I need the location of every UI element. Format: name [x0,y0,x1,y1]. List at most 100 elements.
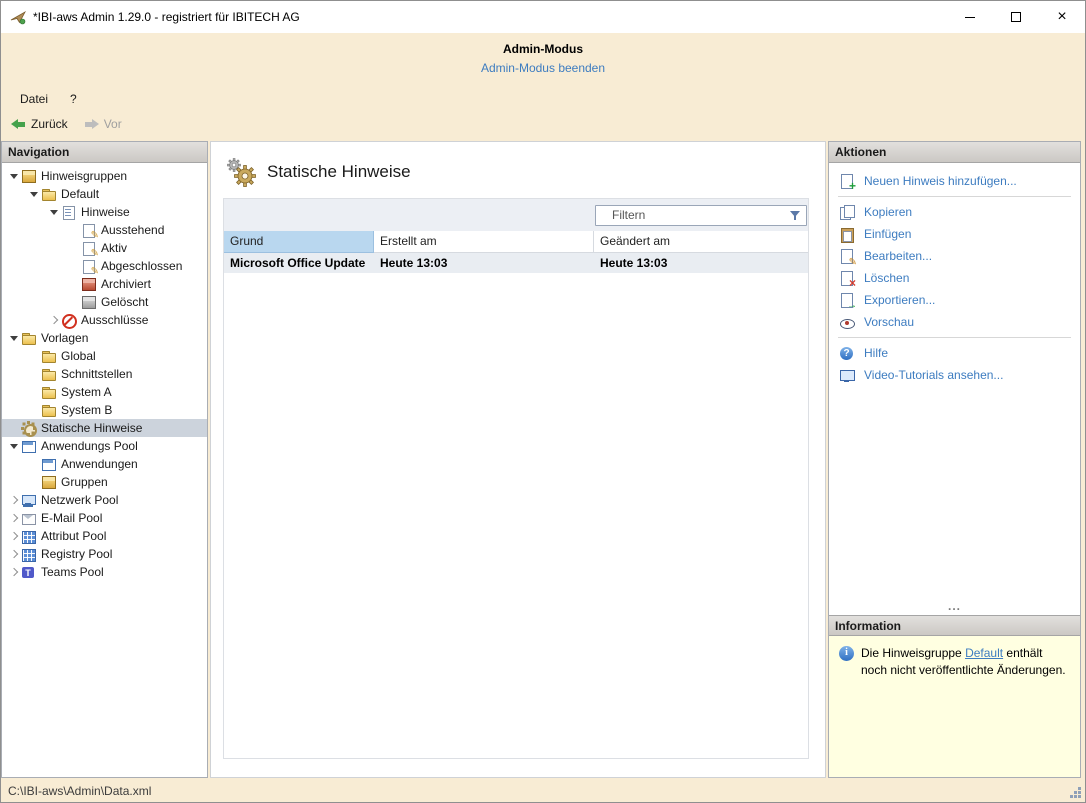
admin-mode-exit-link[interactable]: Admin-Modus beenden [481,61,605,75]
tree-item-aktiv[interactable]: Aktiv [2,239,207,257]
tree-item-system-b[interactable]: System B [2,401,207,419]
folder-icon [21,331,36,346]
expander-expanded-icon[interactable] [8,440,21,452]
tree-item-registry-pool[interactable]: Registry Pool [2,545,207,563]
action-bearbeiten[interactable]: Bearbeiten... [829,245,1080,267]
close-button[interactable]: × [1039,1,1085,33]
tree-item-label: Ausschlüsse [81,313,148,327]
forward-button[interactable]: Vor [84,117,122,131]
mail-icon [21,511,36,526]
column-header-geaendert-am[interactable]: Geändert am [594,231,808,253]
expander-expanded-icon[interactable] [8,170,21,182]
filter-input[interactable] [596,208,788,222]
tree-item-abgeschlossen[interactable]: Abgeschlossen [2,257,207,275]
maximize-icon [1011,12,1021,22]
pencil-doc-icon [81,241,96,256]
tree-item-hinweisgruppen[interactable]: Hinweisgruppen [2,167,207,185]
information-text: Die Hinweisgruppe Default enthält noch n… [861,645,1070,679]
tree-item-global[interactable]: Global [2,347,207,365]
action-exportieren[interactable]: Exportieren... [829,289,1080,311]
folder-icon [41,385,56,400]
expander-collapsed-icon[interactable] [8,566,21,578]
expander-placeholder [28,458,41,470]
admin-mode-banner: Admin-Modus Admin-Modus beenden [1,33,1085,87]
tree-item-statische-hinweise[interactable]: Statische Hinweise [2,419,207,437]
action-vorschau[interactable]: Vorschau [829,311,1080,333]
tree-item-label: Registry Pool [41,547,112,561]
window-title: *IBI-aws Admin 1.29.0 - registriert für … [33,10,947,24]
toolbar: Zurück Vor [1,111,1085,137]
expander-collapsed-icon[interactable] [8,548,21,560]
action-l-schen[interactable]: Löschen [829,267,1080,289]
expander-collapsed-icon[interactable] [8,512,21,524]
tree-item-e-mail-pool[interactable]: E-Mail Pool [2,509,207,527]
cell-erstellt-am: Heute 13:03 [374,253,594,273]
maximize-button[interactable] [993,1,1039,33]
preview-icon [839,315,854,330]
tree-item-hinweise[interactable]: Hinweise [2,203,207,221]
hints-list: Grund Erstellt am Geändert am Microsoft … [223,198,809,759]
column-header-grund[interactable]: Grund [224,231,374,253]
information-note: Die Hinweisgruppe Default enthält noch n… [829,636,1080,777]
column-header-erstellt-am[interactable]: Erstellt am [374,231,594,253]
table-row[interactable]: Microsoft Office Update Heute 13:03 Heut… [224,253,808,273]
tree-item-anwendungs-pool[interactable]: Anwendungs Pool [2,437,207,455]
tree-item-attribut-pool[interactable]: Attribut Pool [2,527,207,545]
tree-item-anwendungen[interactable]: Anwendungen [2,455,207,473]
expander-collapsed-icon[interactable] [48,314,61,326]
tree-item-label: Ausstehend [101,223,164,237]
tree-item-gel-scht[interactable]: Gelöscht [2,293,207,311]
expander-placeholder [68,242,81,254]
teams-icon [21,565,36,580]
tree-item-label: Anwendungs Pool [41,439,138,453]
action-einf-gen[interactable]: Einfügen [829,223,1080,245]
action-label: Einfügen [864,227,911,241]
tree-item-teams-pool[interactable]: Teams Pool [2,563,207,581]
tree-item-ausschl-sse[interactable]: Ausschlüsse [2,311,207,329]
minimize-icon [965,17,975,18]
actions-list: Neuen Hinweis hinzufügen... Kopieren Einfü… [829,163,1080,386]
expander-expanded-icon[interactable] [48,206,61,218]
window-controls: × [947,1,1085,33]
expander-collapsed-icon[interactable] [8,494,21,506]
tree-item-system-a[interactable]: System A [2,383,207,401]
action-label: Hilfe [864,346,888,360]
action-label: Löschen [864,271,909,285]
tree-item-schnittstellen[interactable]: Schnittstellen [2,365,207,383]
gear-icon [21,421,36,436]
expander-collapsed-icon[interactable] [8,530,21,542]
tree-item-gruppen[interactable]: Gruppen [2,473,207,491]
information-header: Information [829,615,1080,636]
tree-item-label: System A [61,385,112,399]
tree-item-label: Hinweise [81,205,130,219]
tree-item-netzwerk-pool[interactable]: Netzwerk Pool [2,491,207,509]
action-neuen-hinweis-hinzuf-gen[interactable]: Neuen Hinweis hinzufügen... [829,170,1080,192]
tree-item-archiviert[interactable]: Archiviert [2,275,207,293]
tree-item-vorlagen[interactable]: Vorlagen [2,329,207,347]
tree-item-default[interactable]: Default [2,185,207,203]
actions-overflow[interactable]: ... [829,601,1080,615]
back-arrow-icon [11,119,26,130]
resize-grip[interactable] [1078,795,1081,798]
expander-expanded-icon[interactable] [8,332,21,344]
default-group-link[interactable]: Default [965,646,1003,660]
menu-help[interactable]: ? [61,90,86,108]
action-hilfe[interactable]: Hilfe [829,342,1080,364]
menu-datei[interactable]: Datei [11,90,57,108]
action-kopieren[interactable]: Kopieren [829,201,1080,223]
action-video-tutorials-ansehen[interactable]: Video-Tutorials ansehen... [829,364,1080,386]
filter-icon[interactable] [788,208,806,223]
expander-expanded-icon[interactable] [28,188,41,200]
actions-panel: Aktionen Neuen Hinweis hinzufügen...Kopi… [828,141,1081,778]
separator [838,196,1071,197]
admin-mode-title: Admin-Modus [1,42,1085,56]
tree-item-label: Abgeschlossen [101,259,182,273]
back-button[interactable]: Zurück [11,117,68,131]
filter-box [595,205,807,226]
cell-geaendert-am: Heute 13:03 [594,253,808,273]
expander-placeholder [28,476,41,488]
minimize-button[interactable] [947,1,993,33]
statusbar: C:\IBI-aws\Admin\Data.xml [1,780,1085,802]
tree-item-ausstehend[interactable]: Ausstehend [2,221,207,239]
video-icon [839,368,854,383]
